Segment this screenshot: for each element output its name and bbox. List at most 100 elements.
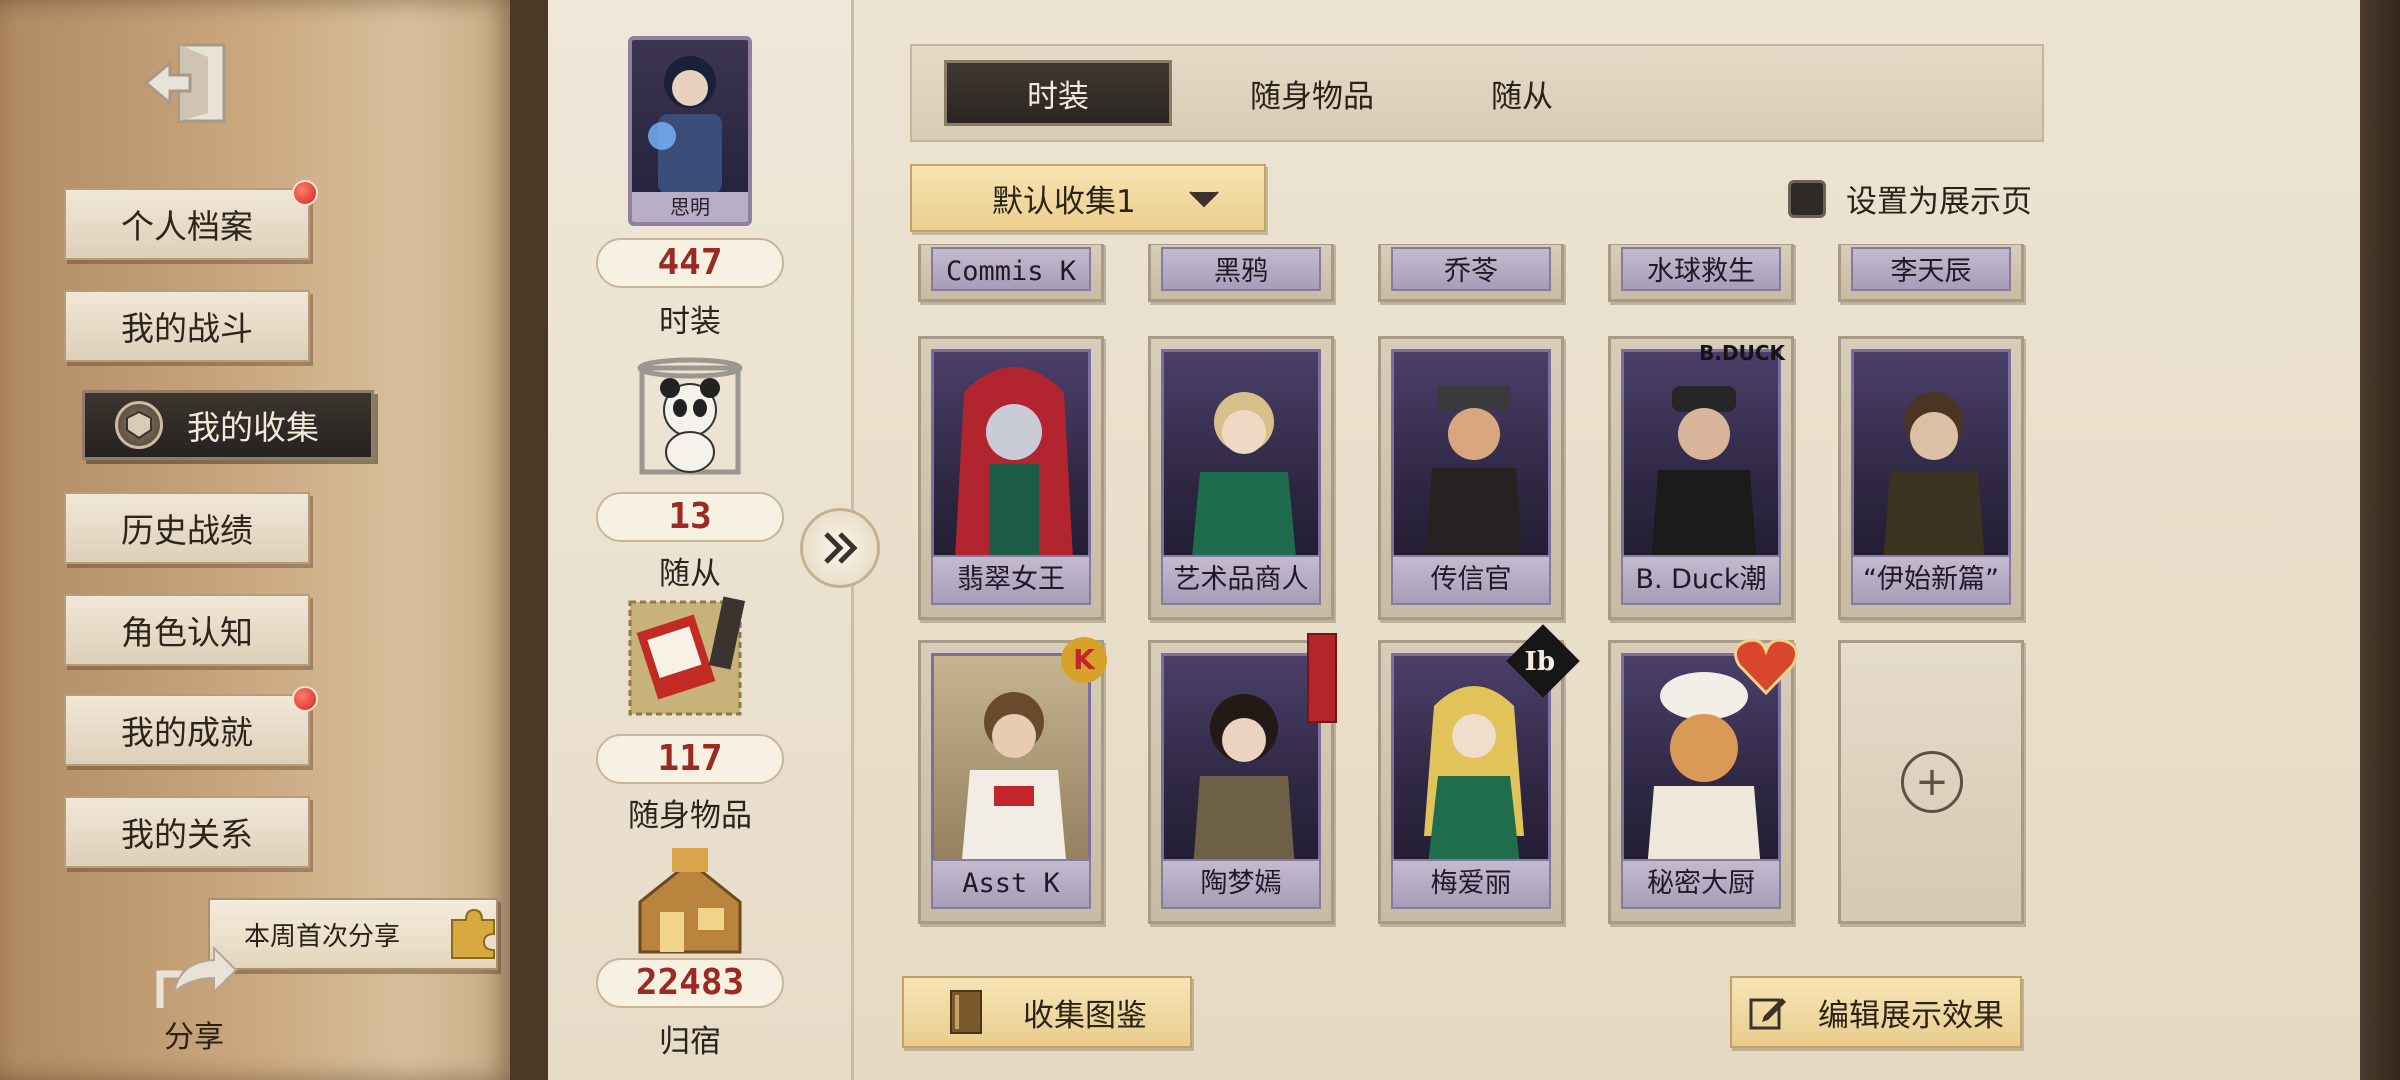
sidebar: 个人档案 我的战斗 我的收集 历史战绩 角色认知 我的成就 我的关系 本周首次分… (0, 0, 510, 1080)
collection-select[interactable]: 默认收集1 (910, 164, 1266, 232)
tab-label: 随从 (1491, 78, 1553, 115)
share-banner-text: 本周首次分享 (244, 921, 401, 952)
costume-card[interactable]: “伊始新篇” (1838, 336, 2024, 620)
edit-display-button[interactable]: 编辑展示效果 (1730, 976, 2022, 1048)
k-badge: K (1061, 637, 1107, 683)
costume-name: 秘密大厨 (1621, 859, 1781, 909)
sidebar-item-achievements[interactable]: 我的成就 (64, 686, 318, 766)
sidebar-item-label: 我的收集 (187, 408, 319, 447)
costume-name: 传信官 (1391, 555, 1551, 605)
costume-name: 艺术品商人 (1161, 555, 1321, 605)
costume-art (931, 349, 1091, 577)
sidebar-item-label: 我的战斗 (121, 309, 253, 348)
edit-display-label: 编辑展示效果 (1818, 997, 2004, 1034)
add-costume-slot[interactable]: + (1838, 640, 2024, 924)
accessory-stamp-icon (628, 596, 746, 716)
sidebar-item-label: 历史战绩 (121, 511, 253, 550)
sidebar-item-character-knowledge[interactable]: 角色认知 (64, 594, 310, 666)
collection-select-value: 默认收集1 (992, 183, 1136, 220)
costume-name: 陶梦嫣 (1161, 859, 1321, 909)
costume-card[interactable]: 秘密大厨 (1608, 638, 1799, 924)
costume-card[interactable]: Commis K (918, 244, 1104, 302)
tab-label: 随身物品 (1250, 78, 1374, 115)
costume-name: 李天辰 (1851, 247, 2011, 291)
costume-name: 乔苓 (1391, 247, 1551, 291)
sidebar-item-history[interactable]: 历史战绩 (64, 492, 310, 564)
collection-guide-label: 收集图鉴 (1023, 997, 1147, 1034)
edit-icon (1749, 998, 1786, 1030)
costume-art (1391, 653, 1551, 881)
costume-card[interactable]: 水球救生 (1608, 244, 1794, 302)
exit-icon (143, 43, 226, 123)
sidebar-item-label: 我的成就 (121, 713, 253, 752)
sidebar-item-battles[interactable]: 我的战斗 (64, 290, 310, 362)
tab-pets[interactable]: 随从 (1452, 60, 1592, 126)
expand-arrow-button[interactable] (800, 508, 880, 588)
costume-art (1851, 349, 2011, 577)
costume-card[interactable]: 李天辰 (1838, 244, 2024, 302)
costume-card[interactable]: 乔苓 (1378, 244, 1564, 302)
ib-badge-text: Ib (1524, 647, 1555, 677)
exit-button[interactable] (132, 28, 240, 138)
pet-count: 13 (596, 492, 784, 542)
brand-badge: B.DUCK (1699, 341, 1785, 365)
costume-name: 梅爱丽 (1391, 859, 1551, 909)
notification-dot (292, 686, 318, 712)
chevron-down-icon (1189, 191, 1219, 208)
costume-card[interactable]: 翡翠女王 (918, 336, 1104, 620)
sidebar-item-label: 我的关系 (121, 815, 253, 854)
costume-card[interactable]: 陶梦嫣 (1148, 633, 1337, 924)
puzzle-icon (451, 908, 495, 959)
tab-label: 时装 (1027, 78, 1089, 115)
book-icon (950, 990, 982, 1034)
costume-card[interactable]: 艺术品商人 (1148, 336, 1334, 620)
costume-name: Asst K (931, 859, 1091, 909)
costume-art (1391, 349, 1551, 577)
sidebar-item-label: 角色认知 (121, 613, 253, 652)
share-icon[interactable] (150, 938, 240, 1018)
tab-costumes[interactable]: 时装 (944, 60, 1172, 126)
home-icon (638, 848, 742, 954)
double-chevron-right-icon (824, 532, 858, 564)
costume-art (1161, 349, 1321, 577)
costume-card[interactable]: B. Duck潮 B.DUCK (1608, 336, 1794, 620)
display-checkbox[interactable] (1788, 179, 1826, 218)
sidebar-item-relations[interactable]: 我的关系 (64, 796, 310, 868)
accessory-count: 117 (596, 734, 784, 784)
character-avatar-art (648, 56, 722, 194)
tab-accessories[interactable]: 随身物品 (1212, 60, 1412, 126)
red-seal-badge (1307, 633, 1337, 723)
share-label: 分享 (164, 1020, 224, 1055)
home-label: 归宿 (659, 1024, 721, 1060)
edge-shadow (2360, 0, 2400, 1080)
plus-icon: + (1901, 751, 1963, 813)
notification-dot (292, 180, 318, 206)
accessory-label: 随身物品 (628, 798, 752, 834)
costume-art (931, 653, 1091, 881)
costume-art (1621, 349, 1781, 577)
sidebar-item-label: 个人档案 (121, 207, 253, 246)
display-toggle-label: 设置为展示页 (1846, 184, 2032, 220)
collection-emblem-icon (115, 401, 163, 449)
heart-icon (1733, 638, 1799, 696)
panda-pet-icon (637, 357, 743, 475)
weekly-share-banner[interactable]: 本周首次分享 (208, 898, 498, 970)
tab-bar: 时装 随身物品 随从 (910, 44, 2044, 142)
collection-guide-button[interactable]: 收集图鉴 (902, 976, 1192, 1048)
costume-art (1161, 653, 1321, 881)
costume-card[interactable]: 梅爱丽 Ib (1378, 624, 1580, 924)
character-portrait[interactable]: 思明 (628, 36, 752, 226)
sidebar-item-profile[interactable]: 个人档案 (64, 180, 318, 260)
costume-card[interactable]: 传信官 (1378, 336, 1564, 620)
costume-card[interactable]: Asst K K (918, 637, 1107, 924)
character-name: 思明 (632, 192, 748, 222)
costume-card[interactable]: 黑鸦 (1148, 244, 1334, 302)
costume-name: B. Duck潮 (1621, 555, 1781, 605)
pet-label: 随从 (659, 556, 721, 592)
costume-grid: Commis K 黑鸦 乔苓 水球救生 李天辰 翡翠女王 艺术品商人 传信官 B… (910, 244, 2030, 928)
costume-name: 翡翠女王 (931, 555, 1091, 605)
costume-name: 黑鸦 (1161, 247, 1321, 291)
sidebar-item-collection[interactable]: 我的收集 (82, 390, 374, 460)
set-display-page-toggle[interactable]: 设置为展示页 (1788, 176, 2032, 221)
home-count: 22483 (596, 958, 784, 1008)
